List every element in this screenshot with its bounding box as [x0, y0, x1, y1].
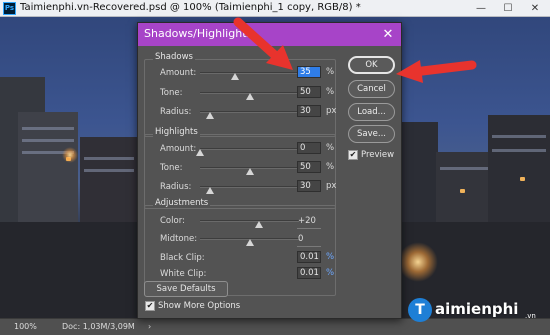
window-row [492, 149, 546, 152]
white-clip-field[interactable]: 0.01 [297, 267, 321, 279]
midtone-label: Midtone: [160, 234, 198, 244]
window-light-glow [62, 147, 78, 163]
highlights-tone-slider-thumb[interactable] [245, 168, 254, 175]
highlights-group-label: Highlights [153, 127, 200, 137]
white-clip-unit: % [326, 268, 335, 278]
save-button[interactable]: Save... [348, 125, 395, 143]
preview-label: Preview [361, 150, 395, 160]
shadows-amount-unit: % [326, 67, 335, 77]
shadows-tone-unit: % [326, 87, 335, 97]
photoshop-window: Ps Taimienphi.vn-Recovered.psd @ 100% (T… [0, 0, 550, 335]
highlights-radius-label: Radius: [160, 182, 192, 192]
black-clip-field[interactable]: 0.01 [297, 251, 321, 263]
color-value[interactable]: +20 [298, 216, 316, 226]
color-value-underline [297, 228, 321, 229]
shadows-amount-field[interactable]: 35 [297, 66, 321, 78]
color-slider[interactable] [200, 220, 299, 222]
taimienphi-watermark: T aimienphi .vn [408, 296, 548, 326]
show-more-options-label: Show More Options [158, 301, 241, 311]
status-menu-arrow-icon[interactable]: › [148, 322, 151, 331]
window-row [440, 167, 488, 170]
dialog-close-button[interactable]: ✕ [378, 25, 398, 44]
shadows-radius-label: Radius: [160, 107, 192, 117]
window-row [492, 135, 546, 138]
close-window-button[interactable]: ✕ [521, 0, 549, 17]
dialog-titlebar[interactable]: Shadows/Highlights ✕ [138, 23, 401, 46]
cancel-button[interactable]: Cancel [348, 80, 395, 98]
shadows-amount-slider-thumb[interactable] [230, 73, 239, 80]
shadows-tone-slider-thumb[interactable] [245, 93, 254, 100]
shadows-radius-slider-thumb[interactable] [205, 112, 214, 119]
watermark-name: aimienphi [435, 300, 519, 318]
photoshop-app-icon: Ps [3, 2, 16, 15]
document-titlebar: Ps Taimienphi.vn-Recovered.psd @ 100% (T… [0, 0, 550, 17]
lit-window [460, 189, 465, 193]
shadows-amount-label: Amount: [160, 68, 197, 78]
adjustments-group-label: Adjustments [153, 198, 211, 208]
save-defaults-button[interactable]: Save Defaults [144, 281, 228, 297]
highlights-amount-label: Amount: [160, 144, 197, 154]
ok-button[interactable]: OK [348, 56, 395, 74]
highlights-amount-slider-thumb[interactable] [196, 149, 204, 156]
maximize-button[interactable]: ☐ [494, 0, 522, 17]
street-light-glow [398, 242, 438, 282]
lit-window [520, 177, 525, 181]
color-slider-thumb[interactable] [255, 221, 264, 228]
highlights-tone-field[interactable]: 50 [297, 161, 321, 173]
shadows-highlights-dialog: Shadows/Highlights ✕ Shadows Amount: 35 … [137, 22, 402, 319]
window-row [84, 169, 134, 172]
shadows-group: Shadows Amount: 35 % Tone: 50 % Radius: … [144, 52, 337, 137]
black-clip-unit: % [326, 252, 335, 262]
shadows-radius-slider[interactable] [200, 111, 299, 113]
shadows-radius-unit: px [326, 106, 337, 116]
minimize-button[interactable]: — [467, 0, 495, 17]
zoom-level[interactable]: 100% [14, 322, 37, 331]
white-clip-label: White Clip: [160, 269, 207, 279]
shadows-tone-field[interactable]: 50 [297, 86, 321, 98]
midtone-slider-thumb[interactable] [245, 239, 254, 246]
window-row [22, 139, 74, 142]
shadows-radius-field[interactable]: 30 [297, 105, 321, 117]
highlights-radius-field[interactable]: 30 [297, 180, 321, 192]
highlights-radius-slider[interactable] [200, 186, 299, 188]
midtone-value[interactable]: 0 [298, 234, 303, 244]
shadows-group-label: Shadows [153, 52, 195, 62]
load-button[interactable]: Load... [348, 103, 395, 121]
shadows-amount-slider[interactable] [200, 72, 299, 74]
shadows-tone-label: Tone: [160, 88, 183, 98]
highlights-radius-slider-thumb[interactable] [205, 187, 214, 194]
highlights-tone-label: Tone: [160, 163, 183, 173]
highlights-amount-slider[interactable] [200, 148, 299, 150]
highlights-tone-unit: % [326, 162, 335, 172]
color-label: Color: [160, 216, 185, 226]
document-title: Taimienphi.vn-Recovered.psd @ 100% (Taim… [20, 2, 361, 13]
midtone-value-underline [297, 246, 321, 247]
highlights-amount-field[interactable]: 0 [297, 142, 321, 154]
highlights-radius-unit: px [326, 181, 337, 191]
show-more-options-checkbox[interactable]: ✔ [145, 301, 155, 311]
dialog-title: Shadows/Highlights [144, 27, 253, 40]
watermark-suffix: .vn [525, 312, 536, 320]
window-row [22, 127, 74, 130]
watermark-logo-icon: T [408, 298, 432, 322]
black-clip-label: Black Clip: [160, 253, 205, 263]
document-info: Doc: 1,03M/3,09M [62, 322, 135, 331]
highlights-amount-unit: % [326, 143, 335, 153]
window-row [84, 157, 134, 160]
preview-checkbox[interactable]: ✔ [348, 150, 358, 160]
